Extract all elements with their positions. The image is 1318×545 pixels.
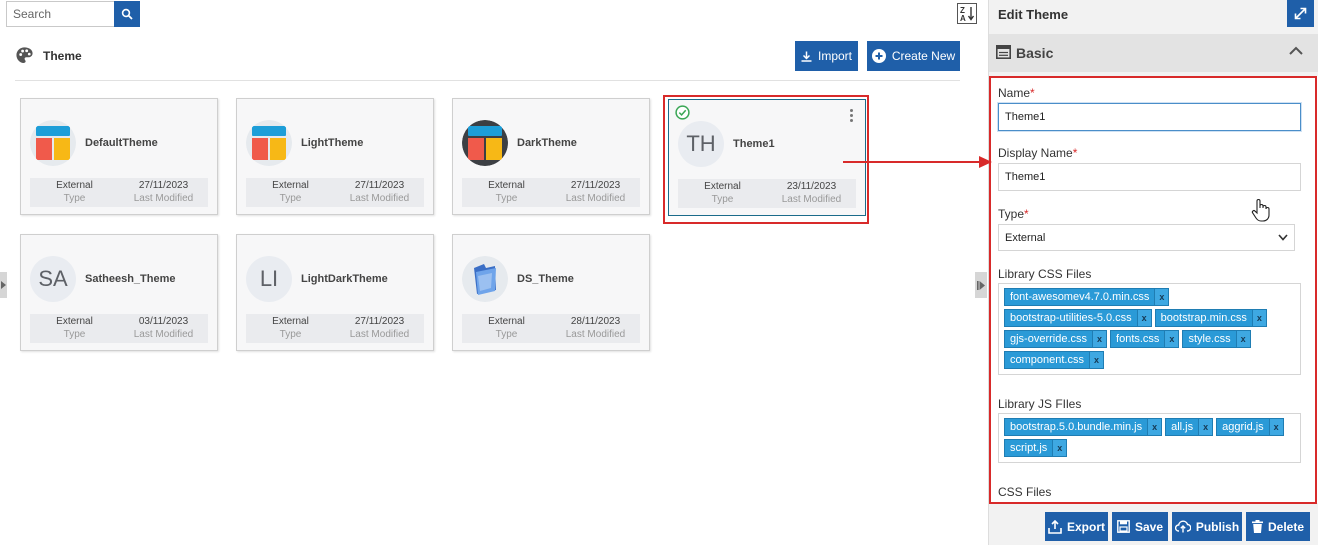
expand-button[interactable] — [1287, 0, 1314, 27]
theme-modified-label: Last Modified — [349, 193, 410, 204]
cloud-upload-icon — [1174, 520, 1191, 533]
theme-name: DefaultTheme — [85, 137, 158, 149]
theme-modified-label: Last Modified — [565, 329, 626, 340]
publish-label: Publish — [1195, 519, 1240, 534]
window-icon — [996, 45, 1011, 59]
left-collapse-handle[interactable] — [0, 272, 7, 298]
export-label: Export — [1066, 519, 1105, 534]
delete-label: Delete — [1267, 519, 1305, 534]
theme-type-label: Type — [495, 329, 518, 340]
form-highlight — [989, 76, 1317, 504]
theme-modified-label: Last Modified — [565, 193, 626, 204]
theme-type-value: External — [272, 316, 309, 327]
delete-button[interactable]: Delete — [1246, 512, 1310, 541]
publish-button[interactable]: Publish — [1172, 512, 1242, 541]
header-divider — [15, 80, 960, 81]
caret-right-icon — [1, 281, 6, 289]
import-label: Import — [817, 49, 852, 63]
expand-icon — [1294, 7, 1307, 20]
theme-info: External 03/11/2023 Type Last Modified — [30, 314, 208, 343]
save-label: Save — [1134, 519, 1164, 534]
theme-avatar: SA — [30, 256, 76, 302]
theme-name: LightTheme — [301, 137, 364, 149]
theme-type-label: Type — [279, 329, 302, 340]
theme-info: External 27/11/2023 Type Last Modified — [246, 314, 424, 343]
search-input[interactable] — [6, 1, 114, 27]
annotation-arrow — [843, 161, 985, 163]
create-new-button[interactable]: Create New — [867, 41, 960, 71]
theme-modified-value: 27/11/2023 — [138, 180, 189, 191]
theme-modified-label: Last Modified — [133, 193, 194, 204]
save-icon — [1117, 520, 1130, 533]
theme-type-value: External — [56, 316, 93, 327]
theme-info: External 27/11/2023 Type Last Modified — [462, 178, 640, 207]
theme-type-value: External — [272, 180, 309, 191]
page-title: Theme — [43, 49, 82, 63]
theme-modified-value: 28/11/2023 — [570, 316, 621, 327]
theme-avatar: LI — [246, 256, 292, 302]
theme-type-label: Type — [63, 329, 86, 340]
trash-icon — [1251, 520, 1263, 533]
theme-card-satheesh-theme[interactable]: SA Satheesh_Theme External 03/11/2023 Ty… — [20, 234, 218, 351]
theme-name: DarkTheme — [517, 137, 577, 149]
theme-info: External 28/11/2023 Type Last Modified — [462, 314, 640, 343]
section-title: Basic — [1016, 45, 1054, 61]
palette-icon — [16, 47, 33, 64]
theme-type-value: External — [488, 180, 525, 191]
caret-right-bar-icon — [977, 280, 985, 290]
sort-button[interactable]: Z A — [957, 3, 977, 24]
arrowhead-icon — [979, 156, 992, 168]
create-new-label: Create New — [891, 49, 956, 63]
theme-info: External 27/11/2023 Type Last Modified — [30, 178, 208, 207]
hand-cursor-icon — [1251, 199, 1270, 222]
theme-info: External 27/11/2023 Type Last Modified — [246, 178, 424, 207]
folder-icon — [462, 256, 508, 302]
theme-name: LightDarkTheme — [301, 273, 388, 285]
theme-card-ds-theme[interactable]: DS_Theme External 28/11/2023 Type Last M… — [452, 234, 650, 351]
selection-highlight — [663, 95, 869, 224]
theme-card-darktheme[interactable]: DarkTheme External 27/11/2023 Type Last … — [452, 98, 650, 215]
search-icon — [121, 8, 133, 20]
theme-type-label: Type — [279, 193, 302, 204]
theme-type-label: Type — [63, 193, 86, 204]
theme-modified-value: 03/11/2023 — [138, 316, 189, 327]
panel-title: Edit Theme — [998, 7, 1069, 22]
import-button[interactable]: Import — [795, 41, 858, 71]
theme-type-value: External — [488, 316, 525, 327]
save-button[interactable]: Save — [1112, 512, 1168, 541]
layout-icon — [30, 120, 76, 166]
theme-name: DS_Theme — [517, 273, 574, 285]
theme-type-value: External — [56, 180, 93, 191]
download-icon — [801, 51, 812, 62]
export-button[interactable]: Export — [1045, 512, 1108, 541]
panel-collapse-handle[interactable] — [975, 272, 987, 298]
theme-modified-value: 27/11/2023 — [570, 180, 621, 191]
theme-modified-value: 27/11/2023 — [354, 180, 405, 191]
search-button[interactable] — [114, 1, 140, 27]
theme-type-label: Type — [495, 193, 518, 204]
export-icon — [1048, 519, 1062, 534]
theme-name: Satheesh_Theme — [85, 273, 176, 285]
chevron-up-icon[interactable] — [1289, 46, 1303, 55]
sort-z-a-icon: Z A — [960, 6, 975, 22]
layout-dark-icon — [462, 120, 508, 166]
plus-circle-icon — [871, 49, 886, 63]
search-box — [6, 1, 140, 27]
theme-modified-label: Last Modified — [133, 329, 194, 340]
theme-modified-value: 27/11/2023 — [354, 316, 405, 327]
theme-card-lightdarktheme[interactable]: LI LightDarkTheme External 27/11/2023 Ty… — [236, 234, 434, 351]
theme-card-lighttheme[interactable]: LightTheme External 27/11/2023 Type Last… — [236, 98, 434, 215]
svg-text:A: A — [960, 14, 966, 22]
theme-card-defaulttheme[interactable]: DefaultTheme External 27/11/2023 Type La… — [20, 98, 218, 215]
layout-icon — [246, 120, 292, 166]
theme-modified-label: Last Modified — [349, 329, 410, 340]
